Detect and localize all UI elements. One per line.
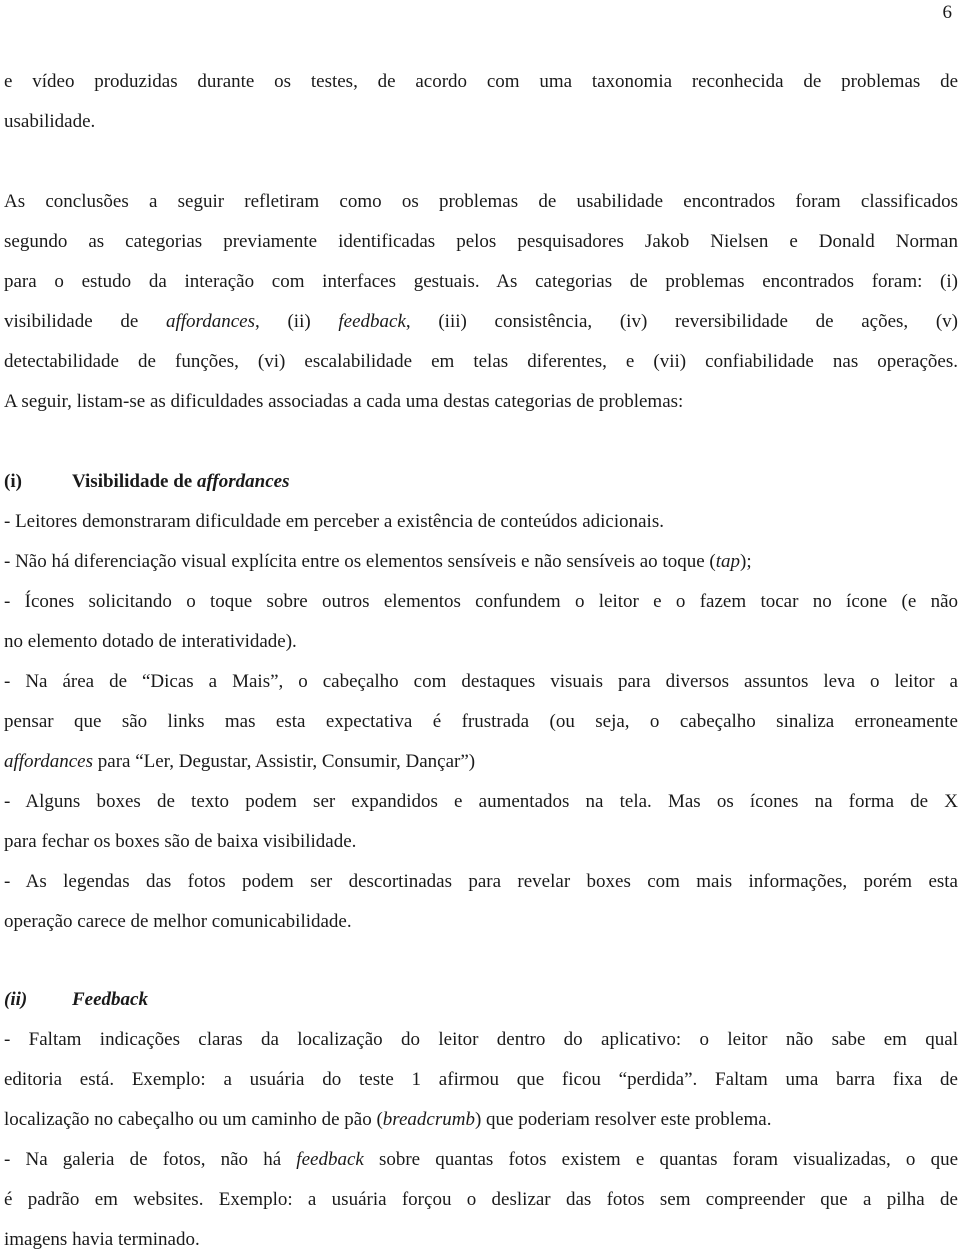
bullet-item: - Não há diferenciação visual explícita … — [4, 550, 958, 574]
italic-term: affordances — [166, 311, 256, 332]
text-line: para o estudo da interação com interface… — [4, 271, 958, 292]
text-line: e vídeo produzidas durante os testes, de… — [4, 71, 958, 92]
text-line: operação carece de melhor comunicabilida… — [4, 911, 352, 932]
text-span: - Na galeria de fotos, não há — [4, 1149, 297, 1170]
italic-term: feedback — [296, 1149, 364, 1170]
italic-term: breadcrumb — [382, 1109, 475, 1130]
text-line: imagens havia terminado. — [4, 1229, 200, 1250]
italic-term: affordances — [4, 751, 94, 772]
italic-term: affordances — [196, 471, 290, 492]
text-line: detectabilidade de funções, (vi) escalab… — [4, 351, 958, 372]
text-span: ) que poderiam resolver este problema. — [474, 1109, 772, 1130]
bullet-item: - Ícones solicitando o toque sobre outro… — [4, 591, 958, 612]
section-heading: (i) Visibilidade de affordances — [4, 470, 958, 494]
text-line: usabilidade. — [4, 111, 96, 132]
text-line: visibilidade de affordances, (ii) feedba… — [4, 310, 958, 334]
bullet-item: - Alguns boxes de texto podem ser expand… — [4, 791, 958, 812]
italic-term: tap — [715, 551, 741, 572]
text-line: localização no cabeçalho ou um caminho d… — [4, 1108, 958, 1132]
text-line: affordances para “Ler, Degustar, Assisti… — [4, 750, 958, 774]
section-title: Visibilidade de — [72, 471, 197, 492]
text-span: , (iii) consistência, (iv) reversibilida… — [405, 311, 959, 332]
section-heading: (ii) Feedback — [4, 988, 958, 1012]
page-number: 6 — [942, 2, 953, 23]
bullet-item: - Leitores demonstraram dificuldade em p… — [4, 511, 664, 532]
text-line: A seguir, listam-se as dificuldades asso… — [4, 391, 684, 412]
text-span: sobre quantas fotos existem e quantas fo… — [363, 1149, 959, 1170]
section-title: Feedback — [72, 989, 148, 1010]
text-line: segundo as categorias previamente identi… — [4, 231, 958, 252]
bullet-item: - Na galeria de fotos, não há feedback s… — [4, 1148, 958, 1172]
section-number: (ii) — [4, 989, 28, 1010]
bullet-item: - As legendas das fotos podem ser descor… — [4, 871, 958, 892]
text-line: As conclusões a seguir refletiram como o… — [4, 191, 958, 212]
bullet-item: - Na área de “Dicas a Mais”, o cabeçalho… — [4, 671, 958, 692]
text-line: no elemento dotado de interatividade). — [4, 631, 297, 652]
text-span: ); — [740, 551, 752, 572]
text-span: localização no cabeçalho ou um caminho d… — [4, 1109, 383, 1130]
bullet-item: - Faltam indicações claras da localizaçã… — [4, 1029, 958, 1050]
text-line: editoria está. Exemplo: a usuária do tes… — [4, 1069, 958, 1090]
text-line: para fechar os boxes são de baixa visibi… — [4, 831, 357, 852]
text-line: é padrão em websites. Exemplo: a usuária… — [4, 1189, 958, 1210]
section-number: (i) — [4, 471, 22, 492]
text-span: visibilidade de — [4, 311, 166, 332]
italic-term: feedback — [338, 311, 406, 332]
text-span: - Não há diferenciação visual explícita … — [4, 551, 716, 572]
text-span: para “Ler, Degustar, Assistir, Consumir,… — [93, 751, 476, 772]
text-span: , (ii) — [255, 311, 339, 332]
text-line: pensar que são links mas esta expectativ… — [4, 711, 958, 732]
